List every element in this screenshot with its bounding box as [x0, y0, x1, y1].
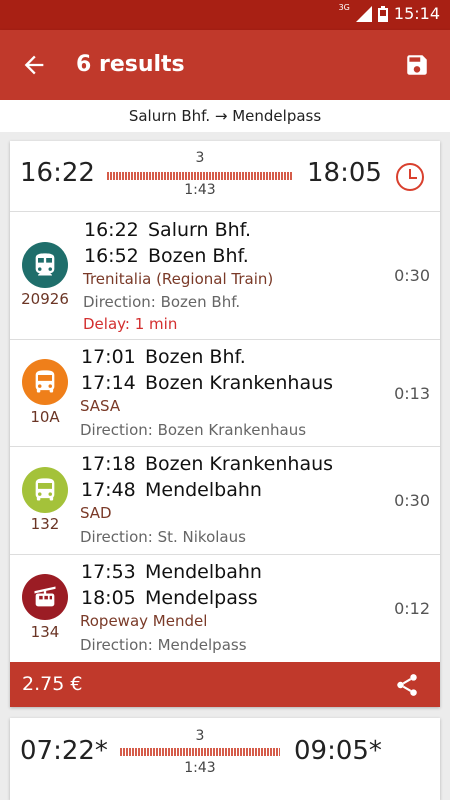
leg-departure: 17:01 Bozen Bhf. — [81, 346, 246, 368]
leg-arrival-stop: Mendelpass — [145, 587, 258, 609]
status-bar: 3G 15:14 — [0, 0, 450, 30]
leg-item[interactable]: 10A 17:01 Bozen Bhf. 17:14 Bozen Krankenha… — [10, 340, 440, 447]
trip-duration: 1:43 — [184, 182, 216, 198]
operator: SASA — [80, 397, 121, 415]
leg-arrival-time: 17:48 — [81, 479, 136, 501]
leg-arrival: 17:14 Bozen Krankenhaus — [81, 372, 333, 394]
delay-notice: Delay: 1 min — [83, 315, 178, 333]
result-card[interactable]: 16:22 3 1:43 18:05 20926 16:22 Salurn Bhf… — [10, 141, 440, 707]
clock-time: 15:14 — [393, 4, 440, 23]
leg-duration: 0:30 — [394, 266, 430, 285]
operator: Trenitalia (Regional Train) — [83, 270, 274, 288]
share-icon[interactable] — [394, 672, 420, 698]
network-type: 3G — [338, 3, 350, 12]
leg-arrival-time: 16:52 — [84, 245, 139, 267]
leg-departure-stop: Bozen Bhf. — [145, 346, 246, 368]
leg-departure: 17:53 Mendelbahn — [81, 561, 262, 583]
clock-icon[interactable] — [394, 161, 426, 193]
leg-arrival-time: 18:05 — [81, 587, 136, 609]
leg-duration: 0:12 — [394, 599, 430, 618]
leg-arrival-stop: Bozen Krankenhaus — [145, 372, 334, 394]
leg-departure-stop: Bozen Krankenhaus — [145, 453, 334, 475]
leg-departure-time: 17:53 — [81, 561, 136, 583]
leg-arrival: 18:05 Mendelpass — [81, 587, 258, 609]
leg-departure: 17:18 Bozen Krankenhaus — [81, 453, 333, 475]
direction: Direction: Bozen Bhf. — [83, 293, 241, 311]
arrival-time: 18:05 — [307, 158, 382, 188]
result-card[interactable]: 07:22* 3 1:43 09:05* — [10, 718, 440, 800]
cable-car-icon — [22, 574, 68, 620]
operator: Ropeway Mendel — [80, 612, 208, 630]
save-icon[interactable] — [404, 52, 430, 78]
leg-duration: 0:30 — [394, 491, 430, 510]
leg-departure-stop: Salurn Bhf. — [148, 219, 252, 241]
ticket-price: 2.75 € — [22, 673, 83, 695]
line-number: 10A — [30, 408, 60, 426]
arrow-left-icon[interactable] — [20, 51, 48, 79]
direction: Direction: St. Nikolaus — [80, 528, 246, 546]
app-bar: 6 results — [0, 30, 450, 100]
bus-icon — [22, 359, 68, 405]
arrival-time: 09:05* — [294, 736, 382, 766]
departure-time: 07:22* — [20, 736, 108, 766]
departure-time: 16:22 — [20, 158, 95, 188]
leg-arrival: 16:52 Bozen Bhf. — [84, 245, 249, 267]
line-number: 20926 — [21, 290, 69, 308]
direction: Direction: Bozen Krankenhaus — [80, 421, 307, 439]
line-number: 132 — [30, 515, 60, 533]
trip-timeline — [107, 172, 293, 180]
route-header: Salurn Bhf. → Mendelpass — [0, 100, 450, 132]
leg-duration: 0:13 — [394, 384, 430, 403]
trip-timeline — [120, 748, 280, 756]
page-title: 6 results — [76, 52, 185, 77]
leg-item[interactable]: 134 17:53 Mendelbahn 18:05 Mendelpass Rope… — [10, 555, 440, 663]
direction: Direction: Mendelpass — [80, 636, 247, 654]
signal-icon — [355, 5, 372, 22]
train-icon — [22, 242, 68, 288]
trip-duration: 1:43 — [184, 760, 216, 776]
changes-count: 3 — [195, 150, 205, 166]
price-bar: 2.75 € — [10, 662, 440, 707]
leg-arrival: 17:48 Mendelbahn — [81, 479, 262, 501]
leg-arrival-time: 17:14 — [81, 372, 136, 394]
leg-item[interactable]: 20926 16:22 Salurn Bhf. 16:52 Bozen Bhf. T… — [10, 212, 440, 340]
leg-departure-time: 17:18 — [81, 453, 136, 475]
battery-icon — [377, 5, 388, 22]
leg-item[interactable]: 132 17:18 Bozen Krankenhaus 17:48 Mendelba… — [10, 447, 440, 555]
leg-arrival-stop: Mendelbahn — [145, 479, 262, 501]
leg-departure: 16:22 Salurn Bhf. — [84, 219, 251, 241]
line-number: 134 — [30, 623, 60, 641]
leg-departure-stop: Mendelbahn — [145, 561, 262, 583]
trip-summary[interactable]: 16:22 3 1:43 18:05 — [10, 141, 440, 212]
leg-departure-time: 16:22 — [84, 219, 139, 241]
leg-departure-time: 17:01 — [81, 346, 136, 368]
changes-count: 3 — [195, 728, 205, 744]
bus-icon — [22, 467, 68, 513]
leg-arrival-stop: Bozen Bhf. — [148, 245, 249, 267]
operator: SAD — [80, 504, 112, 522]
